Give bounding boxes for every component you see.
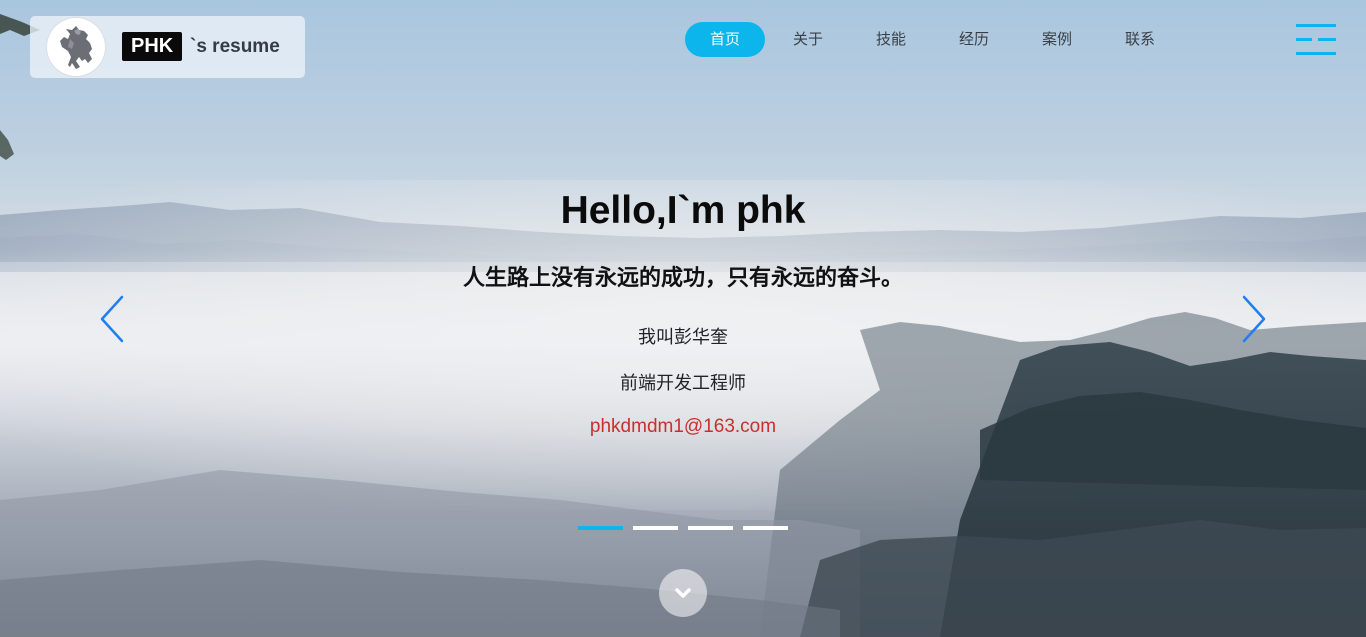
hamburger-menu-icon[interactable]: [1296, 24, 1336, 56]
carousel-indicator-2[interactable]: [633, 526, 678, 530]
nav-item-about[interactable]: 关于: [781, 22, 835, 57]
email-link[interactable]: phkdmdm1@163.com: [0, 414, 1366, 440]
menu-line-bottom: [1296, 52, 1336, 55]
nav-item-cases[interactable]: 案例: [1030, 22, 1084, 57]
avatar: [46, 17, 106, 77]
prancing-horse-icon: [60, 26, 92, 69]
hero-motto: 人生路上没有永远的成功，只有永远的奋斗。: [462, 266, 903, 291]
logo-badge: PHK: [122, 32, 183, 61]
logo[interactable]: PHK `s resume: [30, 16, 305, 78]
hero-role: 前端开发工程师: [620, 373, 746, 394]
menu-line-top: [1296, 24, 1336, 27]
nav-item-experience[interactable]: 经历: [947, 22, 1001, 57]
logo-suffix: `s resume: [190, 36, 280, 57]
carousel-indicators: [578, 526, 793, 532]
hero-title: Hello,I`m phk: [560, 189, 806, 232]
scroll-down-button[interactable]: [659, 569, 707, 617]
nav-item-skills[interactable]: 技能: [864, 22, 918, 57]
carousel-indicator-4[interactable]: [743, 526, 788, 530]
background-landscape: [0, 14, 1366, 637]
hero-name: 我叫彭华奎: [638, 327, 728, 348]
chevron-down-icon: [675, 588, 691, 598]
carousel-indicator-3[interactable]: [688, 526, 733, 530]
nav-item-contact[interactable]: 联系: [1113, 22, 1167, 57]
nav-item-home[interactable]: 首页: [685, 22, 765, 57]
menu-line-middle-left: [1296, 38, 1312, 41]
menu-line-middle-right: [1318, 38, 1336, 41]
carousel-indicator-1[interactable]: [578, 526, 623, 530]
hero-section: PHK `s resume 首页 关于 技能 经历 案例 联系 Hello,I`…: [0, 0, 1366, 637]
